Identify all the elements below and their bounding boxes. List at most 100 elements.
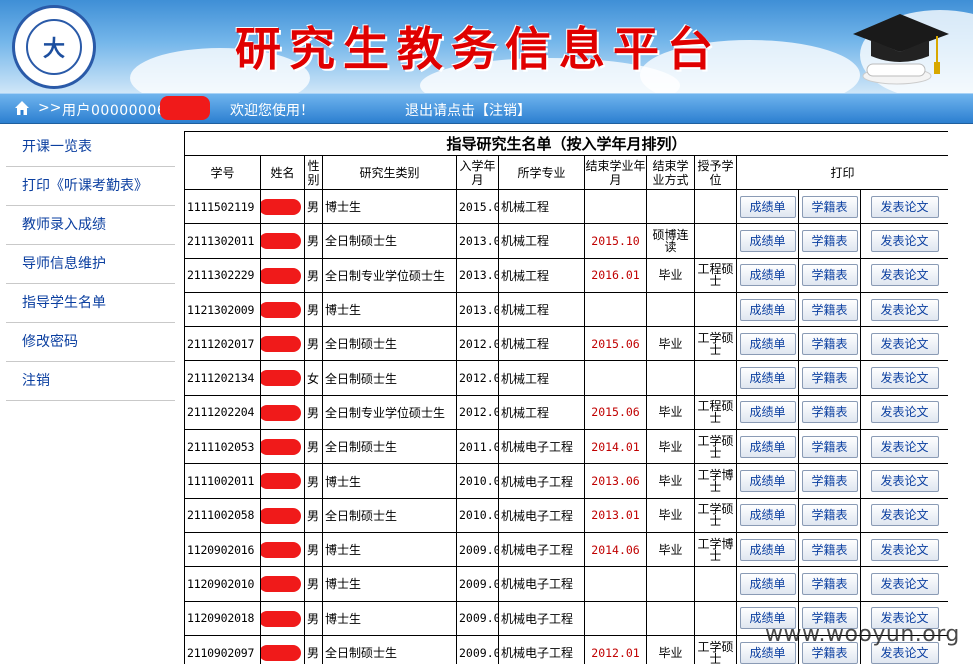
grades-button[interactable]: 成绩单	[739, 298, 796, 321]
gender-cell: 男	[304, 326, 323, 362]
major-cell: 机械工程	[498, 360, 585, 396]
registry-button[interactable]: 学籍表	[801, 229, 858, 252]
end-mode-cell	[646, 566, 695, 602]
student-name-cell	[260, 429, 305, 465]
action-cell: 发表论文	[859, 326, 948, 362]
redaction-mark	[261, 576, 301, 593]
redaction-mark	[261, 644, 301, 661]
registry-button[interactable]: 学籍表	[801, 470, 858, 493]
paper-button[interactable]: 发表论文	[870, 229, 939, 252]
major-cell: 机械工程	[498, 291, 585, 328]
degree-cell: 工学硕士	[694, 497, 737, 533]
paper-button[interactable]: 发表论文	[870, 298, 939, 321]
major-cell: 机械工程	[498, 394, 585, 431]
paper-button[interactable]: 发表论文	[870, 195, 939, 218]
redaction-mark	[261, 233, 301, 250]
home-icon[interactable]	[14, 100, 30, 116]
student-type-cell: 全日制专业学位硕士生	[322, 257, 457, 293]
student-name-cell	[260, 566, 305, 602]
student-id-cell: 2111102053	[184, 429, 261, 465]
enroll-date-cell: 2013.09	[456, 257, 499, 293]
grades-button[interactable]: 成绩单	[739, 572, 796, 595]
grades-button[interactable]: 成绩单	[739, 367, 796, 390]
table-row: 1120902010 男博士生2009.09机械电子工程 成绩单学籍表发表论文	[184, 566, 948, 602]
registry-button[interactable]: 学籍表	[801, 504, 858, 527]
top-nav-bar: >> 用户00000006 欢迎您使用！ 退出请点击【注销】	[0, 93, 973, 124]
paper-button[interactable]: 发表论文	[870, 332, 939, 355]
sidebar-item-course-list[interactable]: 开课一览表	[6, 128, 175, 167]
table-title: 指导研究生名单（按入学年月排列）	[184, 131, 948, 156]
major-cell: 机械工程	[498, 326, 585, 362]
gender-cell: 男	[304, 497, 323, 533]
degree-cell: 工程硕士	[694, 394, 737, 431]
paper-button[interactable]: 发表论文	[870, 367, 939, 390]
grades-button[interactable]: 成绩单	[739, 229, 796, 252]
grades-button[interactable]: 成绩单	[739, 332, 796, 355]
action-cell: 学籍表	[798, 429, 861, 465]
registry-button[interactable]: 学籍表	[801, 367, 858, 390]
grades-button[interactable]: 成绩单	[739, 470, 796, 493]
student-id-cell: 2111002058	[184, 497, 261, 533]
paper-button[interactable]: 发表论文	[870, 504, 939, 527]
grades-button[interactable]: 成绩单	[739, 435, 796, 458]
paper-button[interactable]: 发表论文	[870, 470, 939, 493]
sidebar-item-print-attendance[interactable]: 打印《听课考勤表》	[6, 167, 175, 206]
gender-cell: 女	[304, 360, 323, 396]
action-cell: 成绩单	[736, 566, 799, 602]
registry-button[interactable]: 学籍表	[801, 264, 858, 287]
paper-button[interactable]: 发表论文	[870, 401, 939, 424]
sidebar-item-advisor-info[interactable]: 导师信息维护	[6, 245, 175, 284]
end-mode-cell: 毕业	[646, 634, 695, 664]
paper-button[interactable]: 发表论文	[870, 538, 939, 561]
student-name-cell	[260, 188, 305, 225]
grades-button[interactable]: 成绩单	[739, 504, 796, 527]
end-mode-cell	[646, 360, 695, 396]
end-date-cell: 2016.01	[584, 257, 647, 293]
registry-button[interactable]: 学籍表	[801, 435, 858, 458]
sidebar-item-change-password[interactable]: 修改密码	[6, 323, 175, 362]
registry-button[interactable]: 学籍表	[801, 298, 858, 321]
registry-button[interactable]: 学籍表	[801, 401, 858, 424]
student-type-cell: 全日制硕士生	[322, 497, 457, 533]
end-mode-cell: 毕业	[646, 463, 695, 499]
col-header-year: 入学年月	[456, 155, 499, 190]
grades-button[interactable]: 成绩单	[739, 538, 796, 561]
degree-cell	[694, 188, 737, 225]
grades-button[interactable]: 成绩单	[739, 264, 796, 287]
sidebar-item-logout[interactable]: 注销	[6, 362, 175, 401]
sidebar-item-enter-grades[interactable]: 教师录入成绩	[6, 206, 175, 245]
grades-button[interactable]: 成绩单	[739, 195, 796, 218]
redaction-mark	[261, 199, 301, 215]
sidebar-item-student-list[interactable]: 指导学生名单	[6, 284, 175, 323]
student-name-cell	[260, 257, 305, 293]
enroll-date-cell: 2012.09	[456, 326, 499, 362]
action-cell: 成绩单	[736, 394, 799, 431]
action-cell: 发表论文	[859, 497, 948, 533]
major-cell: 机械工程	[498, 188, 585, 225]
action-cell: 学籍表	[798, 188, 861, 225]
paper-button[interactable]: 发表论文	[870, 264, 939, 287]
platform-title: 研究生教务信息平台	[235, 22, 721, 76]
grades-button[interactable]: 成绩单	[739, 401, 796, 424]
logout-link[interactable]: 退出请点击【注销】	[405, 100, 531, 120]
end-date-cell	[584, 600, 647, 636]
gender-cell: 男	[304, 463, 323, 499]
gender-cell: 男	[304, 223, 323, 259]
student-name-cell	[260, 326, 305, 362]
registry-button[interactable]: 学籍表	[801, 538, 858, 561]
paper-button[interactable]: 发表论文	[870, 435, 939, 458]
table-row: 2111002058 男全日制硕士生2010.09机械电子工程2013.01毕业工…	[184, 497, 948, 533]
watermark-text: www.wooyun.org	[765, 622, 960, 647]
registry-button[interactable]: 学籍表	[801, 332, 858, 355]
registry-button[interactable]: 学籍表	[801, 572, 858, 595]
action-cell: 成绩单	[736, 291, 799, 328]
end-date-cell: 2015.10	[584, 223, 647, 259]
registry-button[interactable]: 学籍表	[801, 195, 858, 218]
enroll-date-cell: 2009.09	[456, 634, 499, 664]
action-cell: 发表论文	[859, 463, 948, 499]
col-header-degree: 授予学位	[694, 155, 737, 190]
major-cell: 机械电子工程	[498, 463, 585, 499]
student-id-cell: 2111202134	[184, 360, 261, 396]
major-cell: 机械电子工程	[498, 566, 585, 602]
paper-button[interactable]: 发表论文	[870, 572, 939, 595]
